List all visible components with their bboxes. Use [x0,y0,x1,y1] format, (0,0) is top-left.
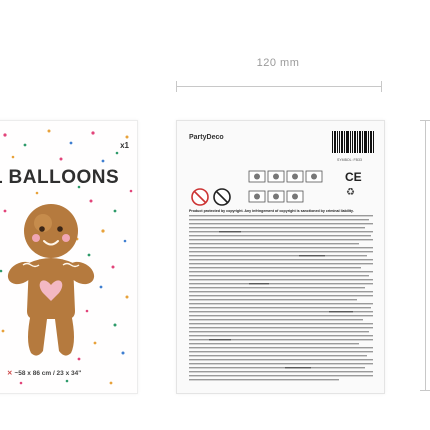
product-photo-scene: 120 mm x1 L BALLOONS ✕ ~58 x 86 cm / 23 … [0,0,430,430]
recycle-icon: ♻ [346,187,355,198]
symbol-code: SYMBOL: FB33 [337,158,362,162]
brand-logo: PartyDeco [189,134,224,141]
cross-icon: ✕ [7,370,13,377]
instruction-pictograms [248,170,323,203]
height-dimension-cap-bottom [420,390,430,391]
height-dimension-line [425,120,426,390]
width-dimension-cap-right [381,81,382,92]
width-dimension-cap-left [176,81,177,92]
quantity-label: x1 [120,141,129,150]
height-dimension-cap-top [420,120,430,121]
width-dimension-line [176,86,382,87]
barcode-image [332,131,374,153]
copyright-notice: Product protected by copyright. Any infr… [189,209,354,213]
warning-icons [191,188,231,206]
balloon-size-label: ✕ ~58 x 86 cm / 23 x 34" [7,369,81,377]
product-title: L BALLOONS [0,167,120,188]
package-front-card: x1 L BALLOONS ✕ ~58 x 86 cm / 23 x 34" [0,120,138,394]
ce-mark: CE [345,170,362,184]
fine-print-text-block [189,215,373,381]
balloon-size-text: ~58 x 86 cm / 23 x 34" [14,370,82,377]
width-dimension-label: 120 mm [256,57,300,69]
package-back-card: PartyDeco SYMBOL: FB33 CE ♻ Product prot… [176,120,385,394]
gingerbread-balloon-image [7,204,95,356]
